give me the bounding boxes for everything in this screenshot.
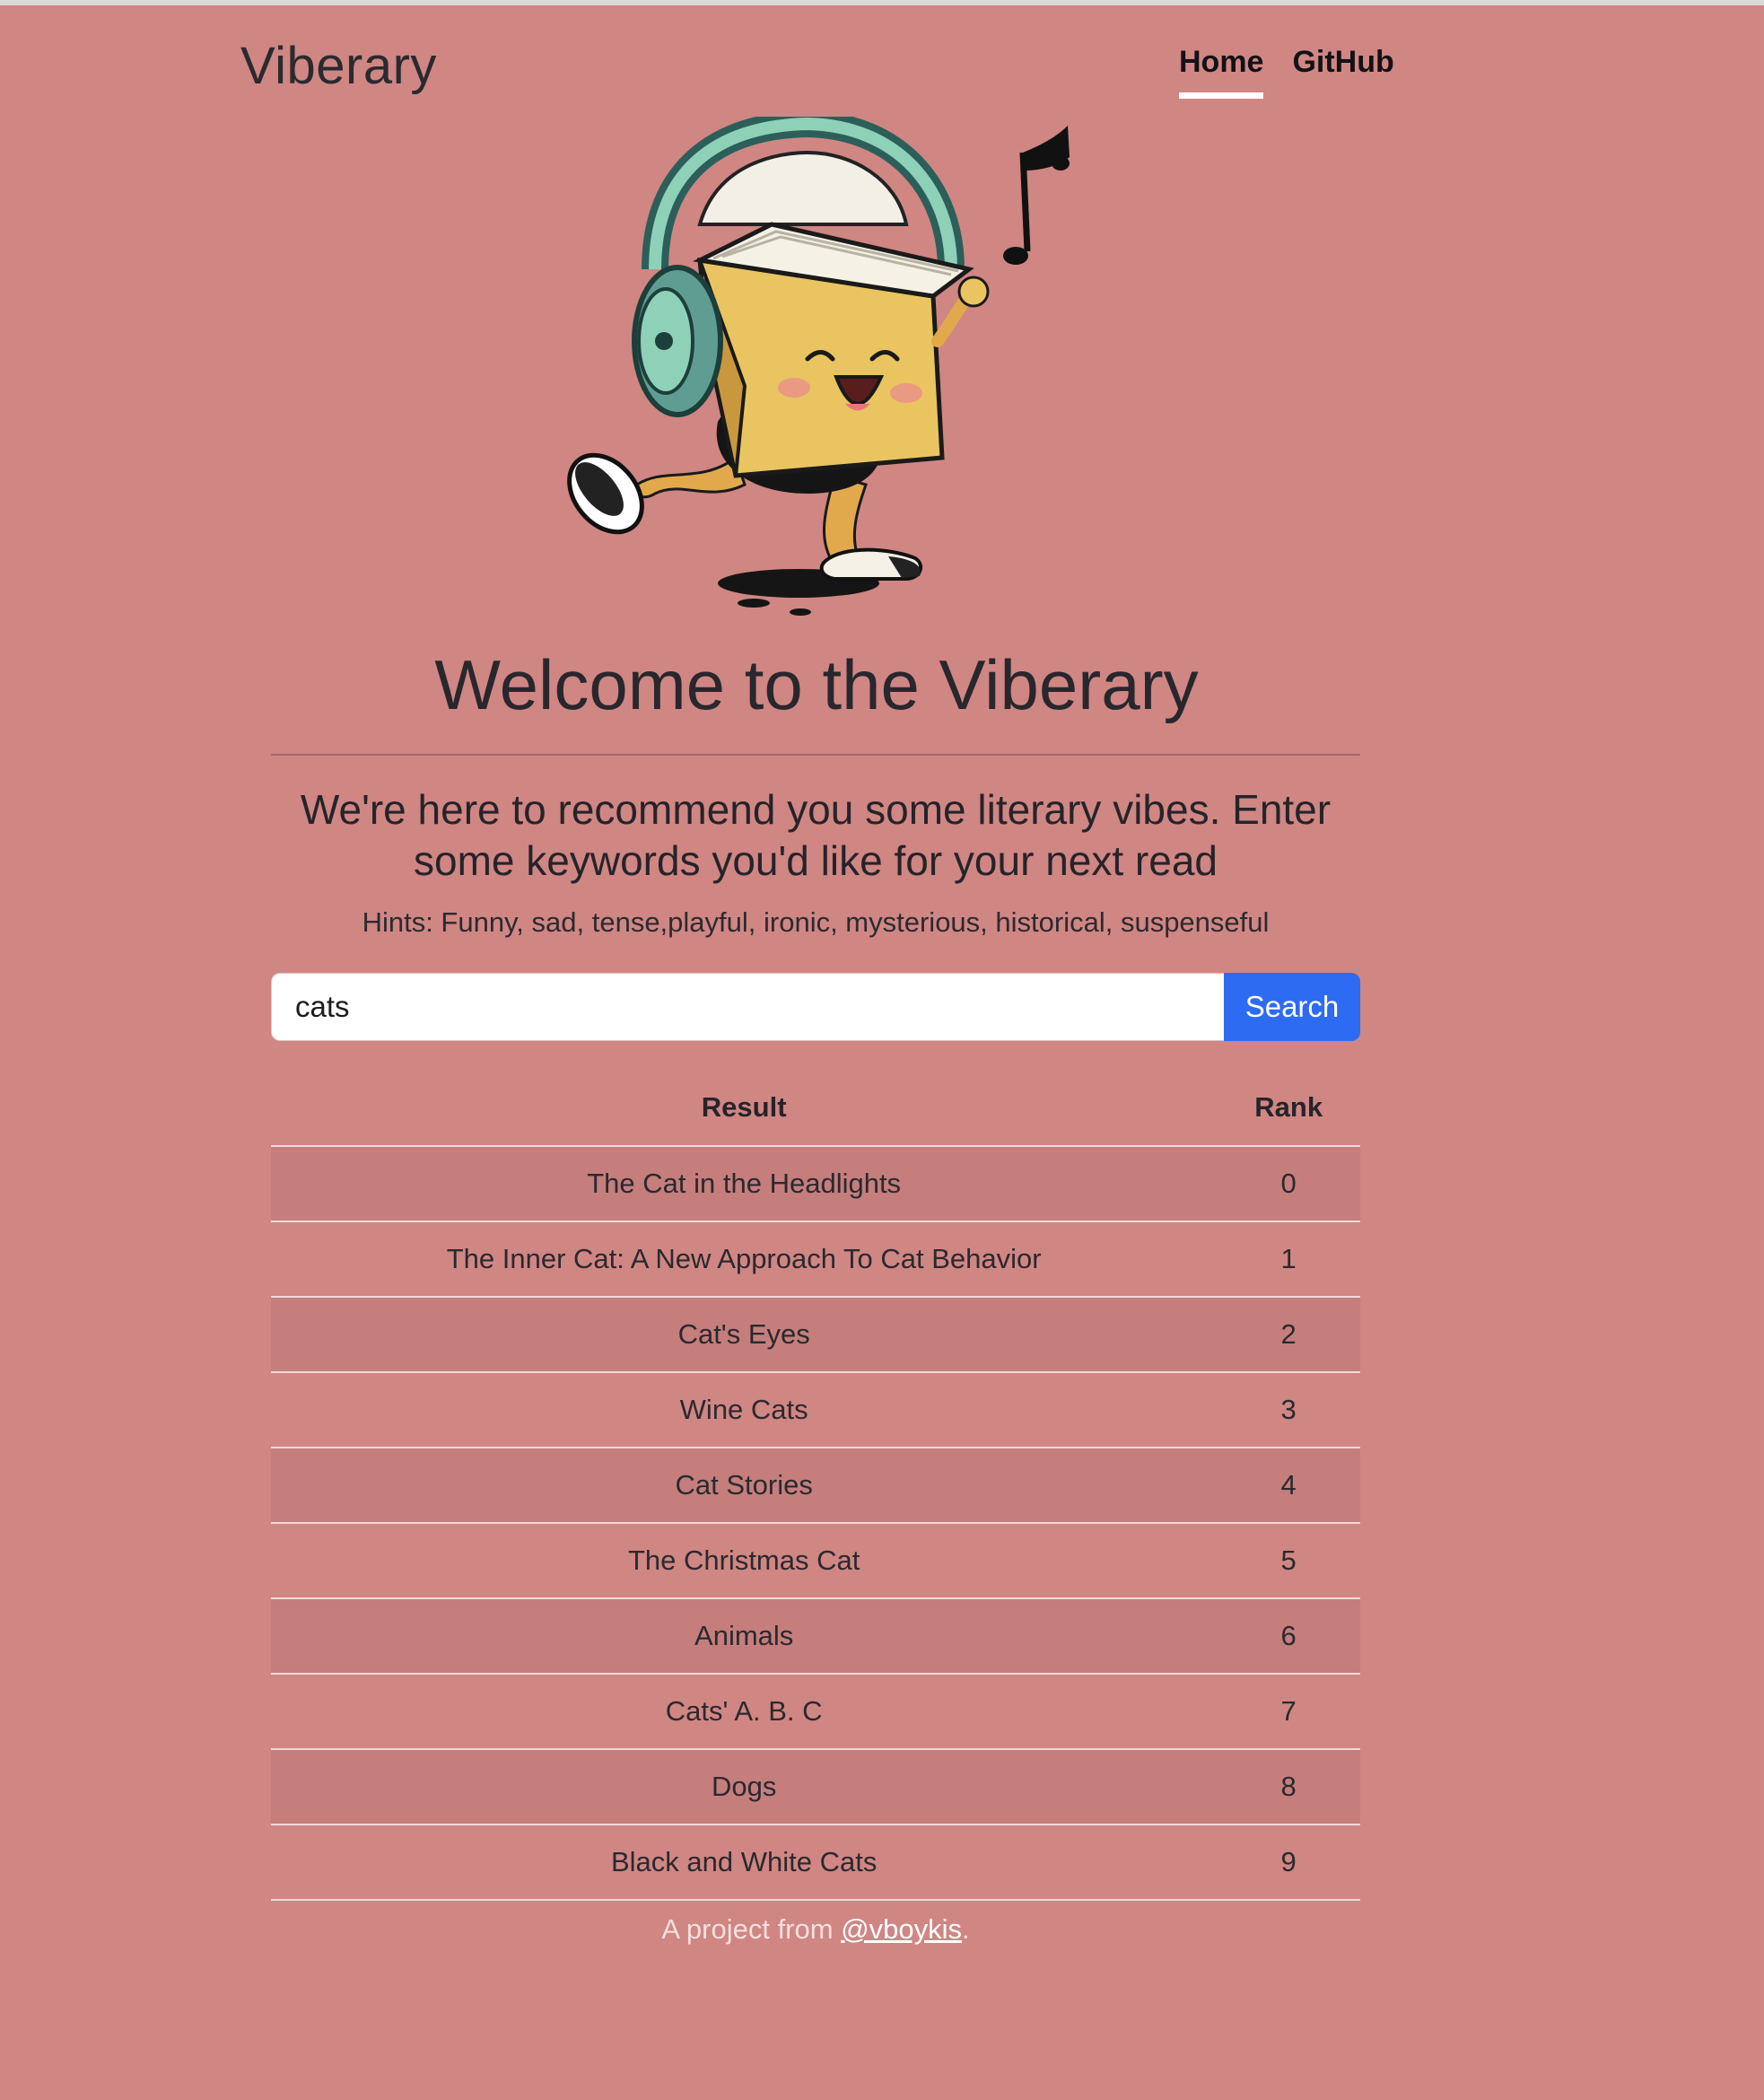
table-row: The Christmas Cat 5 bbox=[271, 1523, 1360, 1599]
table-row: Cat's Eyes 2 bbox=[271, 1297, 1360, 1373]
result-rank: 9 bbox=[1217, 1824, 1360, 1901]
brand-logo[interactable]: Viberary bbox=[240, 36, 437, 96]
footer-prefix: A project from bbox=[661, 1913, 842, 1945]
intro-text: We're here to recommend you some literar… bbox=[300, 786, 1332, 884]
rank-column-header: Rank bbox=[1217, 1070, 1360, 1147]
search-form: Search bbox=[271, 973, 1360, 1041]
result-rank: 4 bbox=[1217, 1448, 1360, 1524]
result-title: Black and White Cats bbox=[271, 1824, 1218, 1901]
table-row: Dogs 8 bbox=[271, 1749, 1360, 1825]
table-row: Wine Cats 3 bbox=[271, 1372, 1360, 1448]
mascot-illustration bbox=[556, 109, 1077, 619]
result-rank: 3 bbox=[1217, 1372, 1360, 1448]
result-title: Cat's Eyes bbox=[271, 1297, 1218, 1373]
results-table: Result Rank The Cat in the Headlights 0 … bbox=[271, 1070, 1360, 1901]
result-rank: 1 bbox=[1217, 1221, 1360, 1298]
result-rank: 6 bbox=[1217, 1598, 1360, 1675]
result-title: The Inner Cat: A New Approach To Cat Beh… bbox=[271, 1221, 1218, 1298]
result-title: The Cat in the Headlights bbox=[271, 1146, 1218, 1222]
nav-github-link[interactable]: GitHub bbox=[1292, 45, 1393, 99]
table-row: Black and White Cats 9 bbox=[271, 1824, 1360, 1901]
table-row: The Inner Cat: A New Approach To Cat Beh… bbox=[271, 1221, 1360, 1298]
table-row: Cats' A. B. C 7 bbox=[271, 1674, 1360, 1750]
result-title: Wine Cats bbox=[271, 1372, 1218, 1448]
result-rank: 5 bbox=[1217, 1523, 1360, 1599]
table-row: Cat Stories 4 bbox=[271, 1448, 1360, 1524]
hints-text: Hints: Funny, sad, tense,playful, ironic… bbox=[362, 906, 1270, 938]
author-link[interactable]: @vboykis bbox=[841, 1913, 962, 1945]
nav-home-link[interactable]: Home bbox=[1179, 45, 1264, 99]
result-rank: 0 bbox=[1217, 1146, 1360, 1222]
result-title: Cat Stories bbox=[271, 1448, 1218, 1524]
result-rank: 2 bbox=[1217, 1297, 1360, 1373]
result-rank: 8 bbox=[1217, 1749, 1360, 1825]
result-column-header: Result bbox=[271, 1070, 1218, 1147]
result-title: The Christmas Cat bbox=[271, 1523, 1218, 1599]
results-header-row: Result Rank bbox=[271, 1070, 1360, 1147]
result-title: Cats' A. B. C bbox=[271, 1674, 1218, 1750]
footer-suffix: . bbox=[962, 1913, 970, 1945]
table-row: The Cat in the Headlights 0 bbox=[271, 1146, 1360, 1222]
result-title: Animals bbox=[271, 1598, 1218, 1675]
divider bbox=[271, 754, 1360, 756]
browser-top-edge bbox=[0, 0, 1764, 5]
footer: A project from @vboykis. bbox=[0, 1913, 1631, 1946]
result-title: Dogs bbox=[271, 1749, 1218, 1825]
search-button[interactable]: Search bbox=[1224, 973, 1360, 1041]
result-rank: 7 bbox=[1217, 1674, 1360, 1750]
dancing-book-icon bbox=[567, 109, 1070, 616]
main-nav: Home GitHub bbox=[1179, 45, 1394, 99]
search-input[interactable] bbox=[271, 973, 1224, 1041]
page-title: Welcome to the Viberary bbox=[434, 645, 1199, 724]
table-row: Animals 6 bbox=[271, 1598, 1360, 1675]
